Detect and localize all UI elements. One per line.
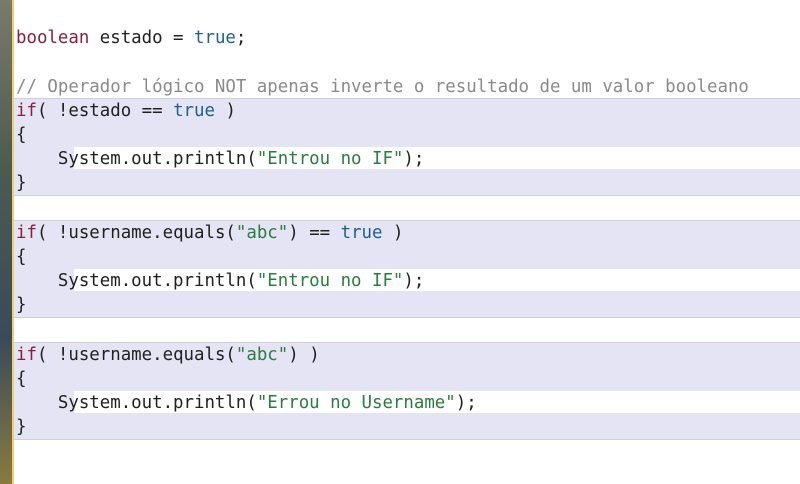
code-line-if-1[interactable]: if( !estado == true ) bbox=[16, 99, 236, 123]
code-line-brace-open[interactable]: { bbox=[16, 367, 26, 391]
code-line-println-1[interactable]: System.out.println("Entrou no IF"); bbox=[16, 147, 424, 171]
string-literal: "Errou no Username" bbox=[256, 393, 456, 413]
window-edge-background bbox=[0, 0, 12, 484]
code-line-brace-close[interactable]: } bbox=[16, 415, 26, 439]
code-text: ( !username.equals( bbox=[36, 223, 236, 243]
code-text: estado = bbox=[89, 28, 194, 48]
code-text: System.out.println( bbox=[16, 271, 257, 291]
code-text: ) bbox=[382, 223, 404, 243]
keyword-boolean: boolean bbox=[16, 28, 90, 48]
string-literal: "Entrou no IF" bbox=[256, 271, 404, 291]
code-line-if-2[interactable]: if( !username.equals("abc") == true ) bbox=[16, 221, 403, 245]
code-line-println-3[interactable]: System.out.println("Errou no Username"); bbox=[16, 391, 477, 415]
code-text: ( !estado == bbox=[36, 101, 174, 121]
code-line-brace-open[interactable]: { bbox=[16, 123, 26, 147]
code-text: ); bbox=[455, 393, 477, 413]
code-line-println-2[interactable]: System.out.println("Entrou no IF"); bbox=[16, 269, 424, 293]
literal-true: true bbox=[173, 101, 215, 121]
keyword-if: if bbox=[16, 345, 37, 365]
code-text: System.out.println( bbox=[16, 393, 257, 413]
code-text: System.out.println( bbox=[16, 149, 257, 169]
string-literal: "abc" bbox=[235, 345, 289, 365]
code-text: ( !username.equals( bbox=[36, 345, 236, 365]
code-line-if-3[interactable]: if( !username.equals("abc") ) bbox=[16, 343, 320, 367]
string-literal: "abc" bbox=[235, 223, 289, 243]
literal-true: true bbox=[194, 28, 236, 48]
code-editor[interactable]: boolean estado = true; // Operador lógic… bbox=[0, 0, 800, 484]
code-text: ) ) bbox=[288, 345, 320, 365]
keyword-if: if bbox=[16, 223, 37, 243]
code-line-brace-close[interactable]: } bbox=[16, 171, 26, 195]
code-text: ); bbox=[403, 271, 425, 291]
code-line-brace-close[interactable]: } bbox=[16, 293, 26, 317]
code-text: ; bbox=[235, 28, 247, 48]
code-line-declaration[interactable]: boolean estado = true; bbox=[16, 26, 246, 50]
code-line-comment[interactable]: // Operador lógico NOT apenas inverte o … bbox=[16, 75, 749, 99]
literal-true: true bbox=[340, 223, 383, 243]
code-text: ) == bbox=[288, 223, 341, 243]
code-text: ); bbox=[403, 149, 425, 169]
keyword-if: if bbox=[16, 101, 37, 121]
code-line-brace-open[interactable]: { bbox=[16, 245, 26, 269]
code-text: ) bbox=[214, 101, 236, 121]
string-literal: "Entrou no IF" bbox=[256, 149, 404, 169]
